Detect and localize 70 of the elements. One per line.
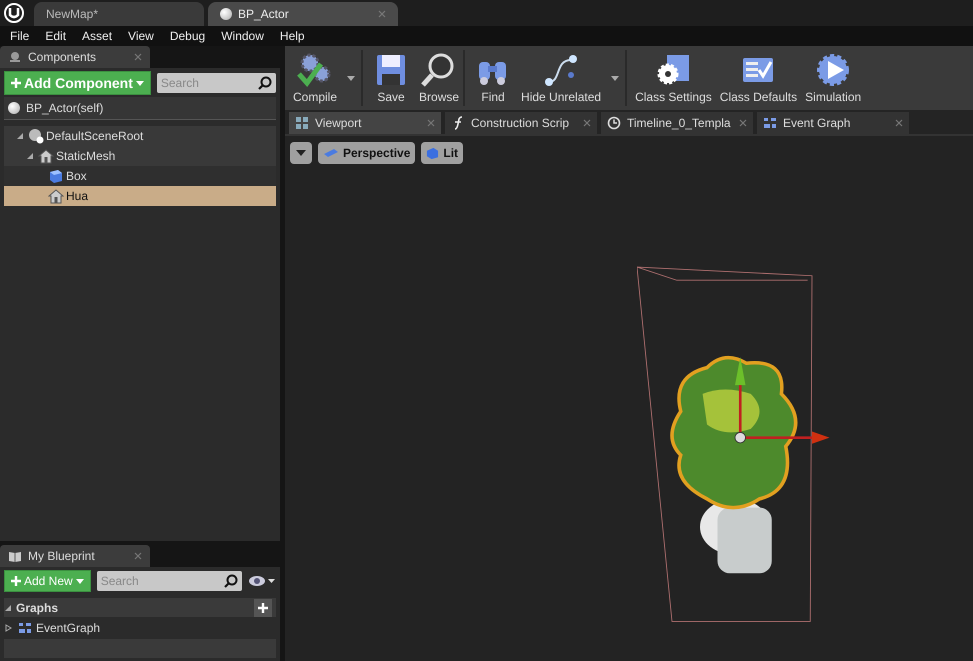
- sphere-icon: [220, 8, 232, 20]
- editor-tab[interactable]: Event Graph: [757, 112, 909, 134]
- toolbar-button[interactable]: Find: [469, 50, 518, 106]
- menu-item[interactable]: Debug: [162, 29, 214, 43]
- menu-item[interactable]: View: [120, 29, 162, 43]
- close-icon[interactable]: [895, 119, 903, 127]
- toolbar-button[interactable]: Class Defaults: [716, 50, 802, 106]
- close-icon[interactable]: [134, 53, 142, 61]
- search-icon: [258, 76, 272, 90]
- menu-item[interactable]: File: [2, 29, 38, 43]
- close-icon[interactable]: [583, 119, 591, 127]
- dropdown-caret-icon[interactable]: [347, 76, 356, 80]
- graph-icon: [18, 621, 32, 635]
- expanded-arrow-icon[interactable]: [26, 152, 34, 160]
- toolbar-button[interactable]: Class Settings: [631, 50, 716, 106]
- menu-item[interactable]: Help: [272, 29, 313, 43]
- collapsed-arrow-icon[interactable]: [4, 624, 12, 632]
- cube-icon: [48, 168, 64, 184]
- caret-icon: [296, 150, 306, 156]
- toolbar-button[interactable]: Save: [367, 50, 416, 106]
- menu-item[interactable]: Asset: [74, 29, 120, 43]
- book-icon: [8, 549, 22, 563]
- toolbar-button[interactable]: Compile: [289, 50, 342, 106]
- add-graph-button[interactable]: [254, 598, 272, 617]
- document-tab[interactable]: NewMap*: [34, 2, 204, 26]
- tree-item[interactable]: Hua: [4, 186, 276, 206]
- eye-icon[interactable]: [248, 574, 276, 588]
- sphere-icon: [8, 102, 20, 114]
- editor-tab[interactable]: Timeline_0_Templa: [601, 112, 753, 134]
- plus-icon: [11, 576, 21, 586]
- section-header[interactable]: Graphs: [4, 598, 276, 618]
- house-icon: [48, 188, 64, 204]
- search-field[interactable]: Search: [156, 73, 276, 93]
- menu-item[interactable]: Window: [213, 29, 272, 43]
- dropdown-caret-icon[interactable]: [611, 76, 620, 80]
- close-icon[interactable]: [739, 119, 747, 127]
- expanded-arrow-icon[interactable]: [16, 132, 24, 140]
- clock-icon: [607, 116, 621, 130]
- perspective-button[interactable]: Perspective: [318, 142, 416, 164]
- editor-tab[interactable]: Viewport: [289, 112, 441, 134]
- component-icon: [8, 50, 22, 64]
- panel-tab[interactable]: Components: [0, 46, 150, 68]
- plus-icon: [258, 602, 268, 613]
- logo-icon[interactable]: [4, 3, 24, 23]
- menu-item[interactable]: Edit: [37, 29, 74, 43]
- expanded-arrow-icon[interactable]: [4, 604, 12, 612]
- tree-item[interactable]: BP_Actor(self): [4, 97, 276, 120]
- graph-icon: [763, 116, 777, 130]
- viewport-menu-button[interactable]: [290, 142, 312, 164]
- tree-item[interactable]: StaticMesh: [4, 146, 276, 166]
- caret-icon: [136, 80, 144, 86]
- plus-icon: [11, 78, 21, 88]
- tree-item[interactable]: DefaultSceneRoot: [4, 126, 276, 146]
- cube-icon: [426, 146, 440, 160]
- close-icon[interactable]: [134, 552, 142, 560]
- grid-icon: [295, 116, 309, 130]
- toolbar-button[interactable]: Hide Unrelated: [517, 50, 606, 106]
- document-tab[interactable]: BP_Actor: [208, 2, 398, 26]
- lit-button[interactable]: Lit: [421, 142, 464, 164]
- search-field[interactable]: Search: [96, 571, 242, 591]
- house-icon: [38, 148, 54, 164]
- sphere-icon: [28, 128, 44, 144]
- toolbar-button[interactable]: Browse: [415, 50, 464, 106]
- search-icon: [224, 574, 238, 588]
- caret-icon: [76, 578, 84, 584]
- tree-item[interactable]: Box: [4, 166, 276, 186]
- toolbar-button[interactable]: Simulation: [801, 50, 866, 106]
- graph-item[interactable]: EventGraph: [4, 619, 276, 637]
- panel-tab[interactable]: My Blueprint: [0, 545, 150, 567]
- editor-tab[interactable]: Construction Scrip: [445, 112, 597, 134]
